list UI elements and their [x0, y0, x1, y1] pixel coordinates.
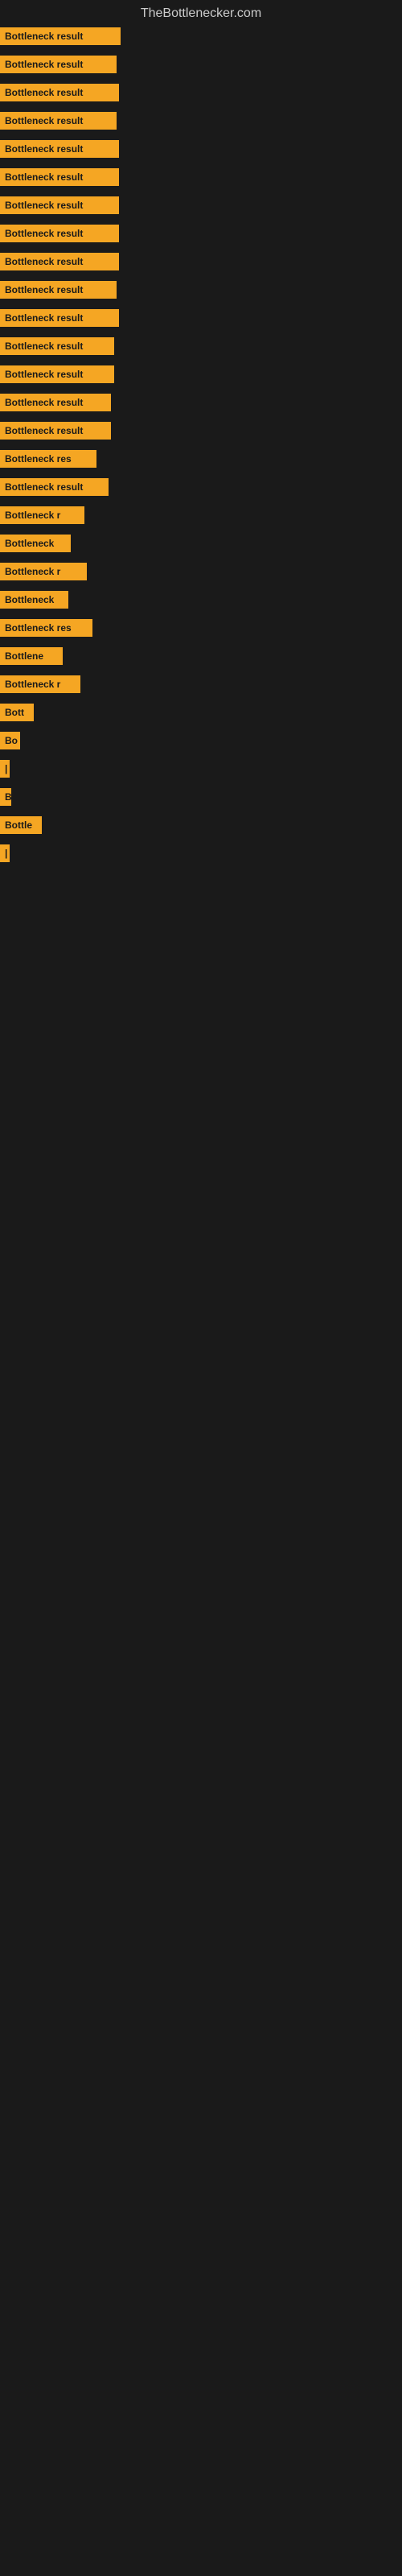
bottleneck-row: Bottleneck result — [0, 278, 402, 306]
bottleneck-row: Bottleneck result — [0, 24, 402, 52]
bottleneck-bar: Bottleneck — [0, 535, 71, 552]
bottleneck-row: Bottleneck result — [0, 80, 402, 109]
bottleneck-bar: Bottlene — [0, 647, 63, 665]
bottleneck-bar: B — [0, 788, 11, 806]
bottleneck-bar: | — [0, 760, 10, 778]
bottleneck-bar: Bottleneck result — [0, 56, 117, 73]
bottleneck-row: Bottleneck res — [0, 616, 402, 644]
bottleneck-row: Bottleneck result — [0, 221, 402, 250]
bottleneck-row: | — [0, 841, 402, 869]
bottleneck-row: Bottleneck — [0, 531, 402, 559]
bottleneck-bar: Bottleneck result — [0, 337, 114, 355]
bottleneck-row: B — [0, 785, 402, 813]
bottleneck-bar: Bottleneck — [0, 591, 68, 609]
bottleneck-row: Bottleneck result — [0, 165, 402, 193]
bottleneck-row: Bott — [0, 700, 402, 729]
bottleneck-bar: Bottleneck result — [0, 84, 119, 101]
bottleneck-bar: Bottleneck result — [0, 422, 111, 440]
bottleneck-bar: Bottleneck result — [0, 309, 119, 327]
bottleneck-row: Bottleneck result — [0, 362, 402, 390]
bottleneck-bar: Bottle — [0, 816, 42, 834]
bottleneck-row: Bottleneck result — [0, 475, 402, 503]
bottleneck-row: Bottleneck result — [0, 193, 402, 221]
bottleneck-row: Bottleneck result — [0, 52, 402, 80]
bottleneck-row: Bottleneck result — [0, 390, 402, 419]
bottleneck-row: Bottleneck r — [0, 672, 402, 700]
bottleneck-bar: Bottleneck result — [0, 140, 119, 158]
bottleneck-row: Bottleneck res — [0, 447, 402, 475]
bottleneck-row: Bottleneck — [0, 588, 402, 616]
bottleneck-row: Bottleneck result — [0, 109, 402, 137]
bottleneck-bar: Bottleneck result — [0, 394, 111, 411]
bottleneck-row: Bottleneck r — [0, 559, 402, 588]
bottleneck-row: Bottleneck result — [0, 306, 402, 334]
site-title-bar: TheBottlenecker.com — [0, 0, 402, 24]
bottleneck-bar: Bottleneck result — [0, 478, 109, 496]
bottleneck-bar: | — [0, 844, 10, 862]
bottleneck-row: Bottleneck result — [0, 419, 402, 447]
bottleneck-bar: Bo — [0, 732, 20, 749]
bottleneck-row: Bottleneck result — [0, 334, 402, 362]
bottleneck-bar: Bottleneck result — [0, 112, 117, 130]
site-title: TheBottlenecker.com — [0, 0, 402, 24]
bottleneck-row: Bo — [0, 729, 402, 757]
bottleneck-bar: Bottleneck result — [0, 196, 119, 214]
bottleneck-bar: Bottleneck result — [0, 225, 119, 242]
bottleneck-bar: Bottleneck r — [0, 675, 80, 693]
bottleneck-row: | — [0, 757, 402, 785]
bottleneck-bar: Bott — [0, 704, 34, 721]
bottleneck-row: Bottleneck result — [0, 137, 402, 165]
bottleneck-bar: Bottleneck res — [0, 450, 96, 468]
bottleneck-row: Bottle — [0, 813, 402, 841]
bottleneck-bar: Bottleneck result — [0, 27, 121, 45]
bottleneck-row: Bottleneck result — [0, 250, 402, 278]
bottleneck-bar: Bottleneck result — [0, 253, 119, 270]
bottleneck-bar: Bottleneck result — [0, 365, 114, 383]
bottleneck-bar: Bottleneck result — [0, 168, 119, 186]
bottleneck-bar: Bottleneck result — [0, 281, 117, 299]
bottleneck-row: Bottleneck r — [0, 503, 402, 531]
bottleneck-bar: Bottleneck r — [0, 563, 87, 580]
bottleneck-bar: Bottleneck r — [0, 506, 84, 524]
bottleneck-bar: Bottleneck res — [0, 619, 92, 637]
bottleneck-row: Bottlene — [0, 644, 402, 672]
rows-container: Bottleneck result Bottleneck result Bottle… — [0, 24, 402, 869]
